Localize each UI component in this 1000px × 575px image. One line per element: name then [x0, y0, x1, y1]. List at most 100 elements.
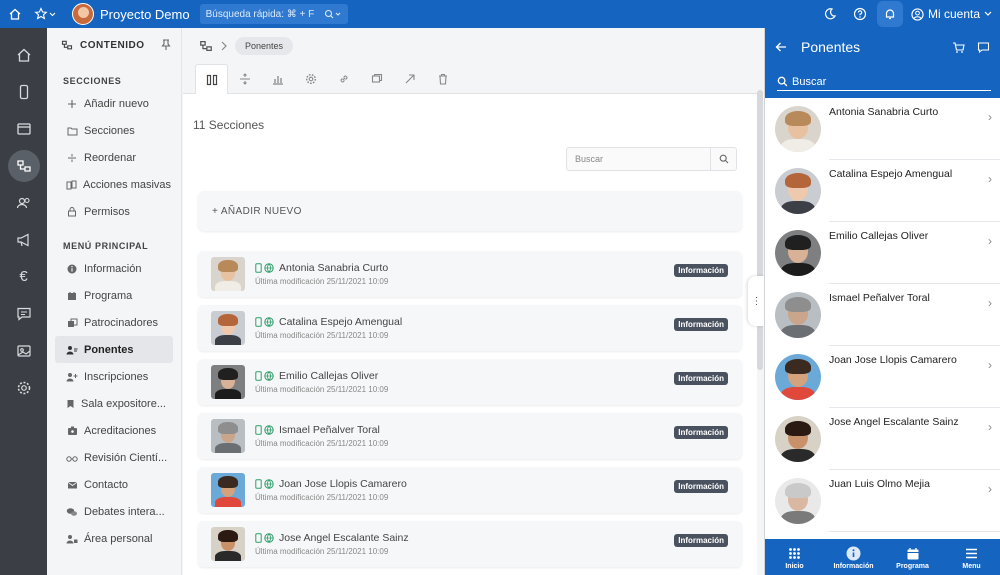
duplicate-icon	[371, 73, 383, 85]
content-tree-icon	[7, 149, 40, 182]
quick-search[interactable]: Búsqueda rápida: ⌘ + F	[199, 4, 348, 24]
rail-messages[interactable]	[0, 295, 47, 332]
breadcrumb-current[interactable]: Ponentes	[235, 37, 294, 55]
star-icon[interactable]	[30, 2, 62, 26]
content-tree-icon[interactable]	[199, 39, 213, 53]
sidebar-item-badge[interactable]: Acreditaciones	[47, 417, 173, 444]
preview-tab-programa[interactable]: Programa	[883, 539, 942, 575]
last-modified: Última modificación 25/11/2021 10:09	[255, 331, 389, 340]
sidebar-item-speakers[interactable]: Ponentes	[55, 336, 173, 363]
platform-icons	[255, 479, 274, 489]
list-item[interactable]: Joan Jose Llopis Camarero Última modifica…	[198, 467, 742, 513]
tab-settings[interactable]	[294, 64, 327, 94]
gear-icon	[16, 380, 32, 396]
sidebar-item-envelope[interactable]: Contacto	[47, 471, 173, 498]
panel-resize-handle[interactable]: ⋮	[748, 276, 764, 326]
sidebar-item-chat[interactable]: Debates intera...	[47, 498, 173, 525]
moon-icon[interactable]	[817, 1, 843, 27]
sidebar-item-label: Acciones masivas	[83, 178, 172, 191]
preview-tab-inicio[interactable]: Inicio	[765, 539, 824, 575]
rail-settings[interactable]	[0, 369, 47, 406]
arrow-left-icon[interactable]	[775, 41, 787, 53]
sidebar-title: CONTENIDO	[80, 39, 145, 51]
preview-list-item[interactable]: Juan Luis Olmo Mejia ›	[765, 470, 1000, 532]
preview-list-item[interactable]: Jose Angel Escalante Sainz ›	[765, 408, 1000, 470]
preview-list-item[interactable]: Antonia Sanabria Curto ›	[765, 98, 1000, 160]
bell-icon[interactable]	[876, 1, 903, 27]
rail-media[interactable]	[0, 332, 47, 369]
calendar-icon	[906, 545, 920, 563]
list-item[interactable]: Emilio Callejas Oliver Última modificació…	[198, 359, 742, 405]
sidebar-item-reorder[interactable]: Reordenar	[47, 144, 173, 171]
mobile-icon	[255, 425, 262, 435]
rail-mobile[interactable]	[0, 73, 47, 110]
home-icon[interactable]	[3, 2, 27, 26]
tab-link[interactable]	[327, 64, 360, 94]
sidebar-item-user-lock[interactable]: Área personal	[47, 525, 173, 552]
preview-list-item[interactable]: Ismael Peñalver Toral ›	[765, 284, 1000, 346]
tab-open[interactable]	[393, 64, 426, 94]
list-item[interactable]: Antonia Sanabria Curto Última modificació…	[198, 251, 742, 297]
preview-tab-menu[interactable]: Menu	[942, 539, 1000, 575]
globe-icon	[264, 533, 274, 543]
gear-icon	[305, 73, 317, 85]
sidebar-item-glasses[interactable]: Revisión Cientí...	[47, 444, 173, 471]
chat-icon[interactable]	[977, 41, 990, 54]
rail-marketing[interactable]	[0, 221, 47, 258]
globe-icon	[264, 425, 274, 435]
preview-list-item[interactable]: Emilio Callejas Oliver ›	[765, 222, 1000, 284]
account-label: Mi cuenta	[927, 7, 980, 21]
preview-tab-label: Información	[833, 562, 874, 570]
sidebar-item-label: Contacto	[84, 478, 129, 491]
main-scrollbar[interactable]	[757, 90, 763, 370]
sidebar-item-folder[interactable]: Secciones	[47, 117, 173, 144]
rail-home[interactable]	[0, 36, 47, 73]
sidebar-item-label: Revisión Cientí...	[84, 451, 168, 464]
project-selector[interactable]: Proyecto Demo	[72, 3, 190, 25]
speaker-photo	[211, 257, 245, 291]
sidebar-item-sponsors[interactable]: Patrocinadores	[47, 309, 173, 336]
rail-users[interactable]	[0, 184, 47, 221]
list-item[interactable]: Catalina Espejo Amengual Última modificac…	[198, 305, 742, 351]
sidebar-item-copy[interactable]: Acciones masivas	[47, 171, 173, 198]
search-placeholder: Buscar	[575, 154, 604, 164]
cart-icon[interactable]	[952, 41, 965, 54]
preview-list-item[interactable]: Catalina Espejo Amengual ›	[765, 160, 1000, 222]
tab-delete[interactable]	[426, 64, 459, 94]
preview-list-item[interactable]: Joan Jose Llopis Camarero ›	[765, 346, 1000, 408]
list-item[interactable]: Ismael Peñalver Toral Última modificación…	[198, 413, 742, 459]
help-icon[interactable]	[847, 1, 873, 27]
list-item[interactable]: Jose Angel Escalante Sainz Última modific…	[198, 521, 742, 567]
status-badge: Información	[674, 372, 728, 385]
preview-tab-informacion[interactable]: Información	[824, 539, 883, 575]
search-input[interactable]: Buscar	[566, 147, 737, 171]
tab-reorder[interactable]	[228, 64, 261, 94]
rail-content[interactable]	[0, 147, 47, 184]
speaker-name: Emilio Callejas Oliver	[279, 370, 379, 382]
folder-icon	[66, 126, 78, 136]
sidebar-item-lock[interactable]: Permisos	[47, 198, 173, 225]
preview-search-input[interactable]: Buscar	[777, 73, 991, 91]
sidebar-item-calendar[interactable]: Programa	[47, 282, 173, 309]
sidebar-item-label: Área personal	[84, 532, 153, 545]
home-icon	[16, 47, 32, 63]
rail-finance[interactable]: €	[0, 258, 47, 295]
sidebar-item-label: Patrocinadores	[84, 316, 158, 329]
glasses-icon	[66, 453, 78, 463]
rail-window[interactable]	[0, 110, 47, 147]
avatar	[775, 168, 821, 214]
tab-duplicate[interactable]	[360, 64, 393, 94]
pin-icon[interactable]	[161, 39, 171, 51]
tab-columns[interactable]	[195, 64, 228, 94]
account-menu[interactable]: Mi cuenta	[911, 7, 992, 21]
window-icon	[16, 121, 32, 137]
sidebar-item-bookmark[interactable]: Sala expositore...	[47, 390, 173, 417]
search-button[interactable]	[710, 148, 736, 170]
lock-icon	[66, 206, 78, 217]
tab-stats[interactable]	[261, 64, 294, 94]
sidebar-item-info[interactable]: Información	[47, 255, 173, 282]
chart-icon	[272, 73, 284, 85]
add-new-button[interactable]: + AÑADIR NUEVO	[198, 191, 742, 231]
sidebar-item-plus[interactable]: Añadir nuevo	[47, 90, 173, 117]
sidebar-item-user-plus[interactable]: Inscripciones	[47, 363, 173, 390]
